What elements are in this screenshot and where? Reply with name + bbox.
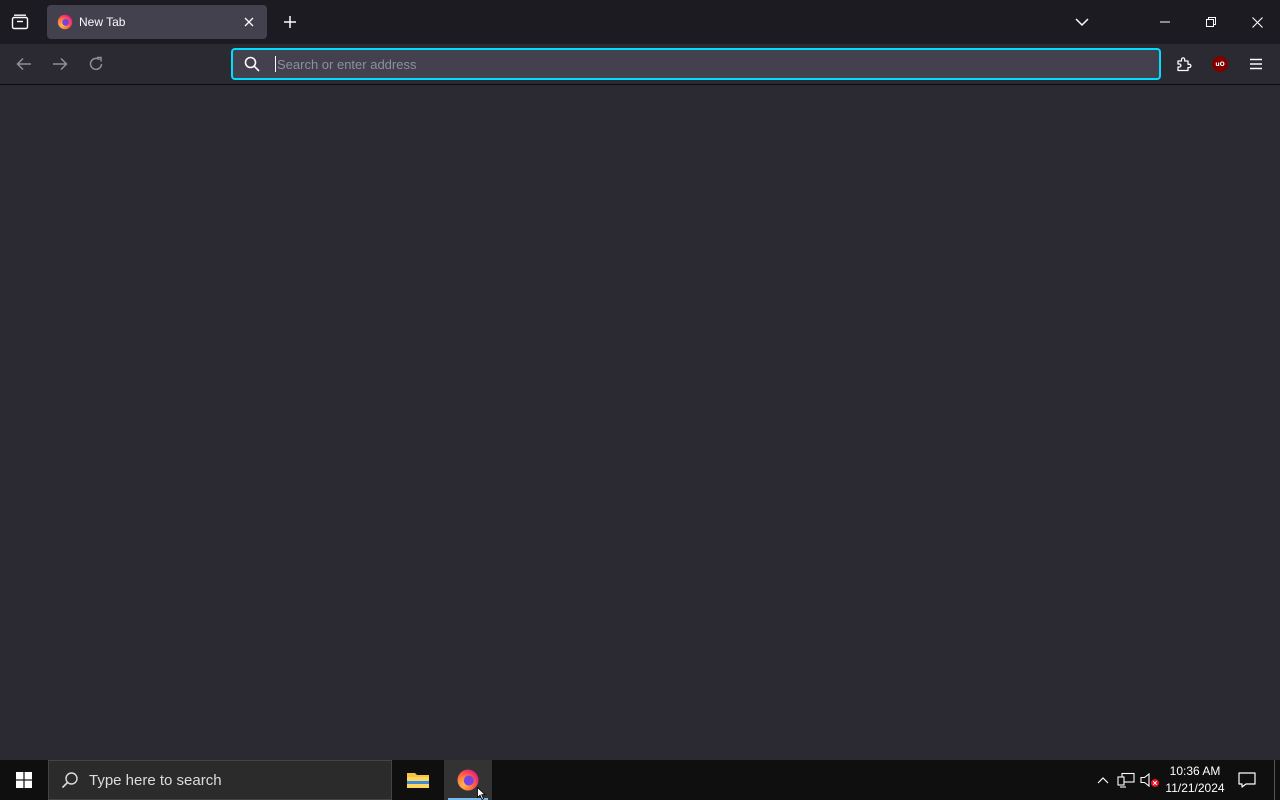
arrow-right-icon	[53, 57, 68, 71]
navigation-toolbar: uO	[0, 44, 1280, 85]
network-status-button[interactable]	[1116, 770, 1136, 790]
plus-icon	[284, 16, 296, 28]
chevron-down-icon	[1075, 18, 1089, 27]
chevron-up-icon	[1097, 777, 1109, 784]
hamburger-menu-icon	[1250, 58, 1262, 70]
reload-icon	[89, 56, 103, 71]
volume-button[interactable]	[1140, 770, 1160, 790]
windows-logo-icon	[16, 772, 32, 788]
start-button[interactable]	[0, 760, 48, 800]
reload-button[interactable]	[82, 50, 110, 78]
tab-strip: New Tab	[0, 0, 1280, 44]
ublock-origin-button[interactable]: uO	[1206, 50, 1234, 78]
minimize-icon	[1160, 21, 1170, 23]
show-hidden-icons-button[interactable]	[1093, 770, 1113, 790]
tab-close-icon[interactable]	[241, 14, 257, 30]
restore-icon	[1206, 17, 1216, 27]
search-icon	[243, 55, 261, 73]
address-bar[interactable]	[231, 48, 1161, 80]
list-all-tabs-button[interactable]	[1068, 8, 1096, 36]
taskbar-file-explorer[interactable]	[394, 760, 442, 800]
firefox-view-icon	[11, 14, 29, 30]
mouse-cursor-icon	[477, 787, 487, 800]
firefox-logo-icon	[57, 14, 73, 30]
notification-icon	[1238, 772, 1256, 788]
minimize-button[interactable]	[1142, 0, 1188, 44]
ublock-origin-icon: uO	[1212, 56, 1228, 72]
new-tab-page	[0, 85, 1280, 760]
show-desktop-button[interactable]	[1274, 760, 1280, 800]
forward-button[interactable]	[46, 50, 74, 78]
firefox-view-button[interactable]	[6, 8, 34, 36]
close-window-button[interactable]	[1234, 0, 1280, 44]
taskbar-search-placeholder: Type here to search	[89, 771, 222, 789]
taskbar-clock[interactable]: 10:36 AM 11/21/2024	[1162, 763, 1228, 797]
taskbar: Type here to search 10:36 AM 11/21/2024	[0, 760, 1280, 800]
action-center-button[interactable]	[1236, 770, 1258, 790]
clock-time: 10:36 AM	[1169, 764, 1221, 778]
network-icon	[1117, 772, 1135, 788]
close-icon	[1251, 16, 1263, 28]
volume-muted-icon	[1140, 772, 1159, 788]
folder-icon	[407, 773, 429, 788]
tab-title: New Tab	[79, 15, 126, 29]
extensions-button[interactable]	[1170, 50, 1198, 78]
taskbar-search-box[interactable]: Type here to search	[48, 760, 392, 800]
new-tab-button[interactable]	[276, 8, 304, 36]
application-menu-button[interactable]	[1242, 50, 1270, 78]
clock-date: 11/21/2024	[1165, 781, 1225, 795]
arrow-left-icon	[16, 57, 31, 71]
restore-button[interactable]	[1188, 0, 1234, 44]
address-input[interactable]	[277, 52, 1159, 76]
text-caret	[275, 56, 276, 72]
puzzle-piece-icon	[1177, 57, 1192, 72]
search-icon	[61, 771, 79, 789]
tab-new-tab[interactable]: New Tab	[47, 5, 267, 39]
back-button[interactable]	[10, 50, 38, 78]
